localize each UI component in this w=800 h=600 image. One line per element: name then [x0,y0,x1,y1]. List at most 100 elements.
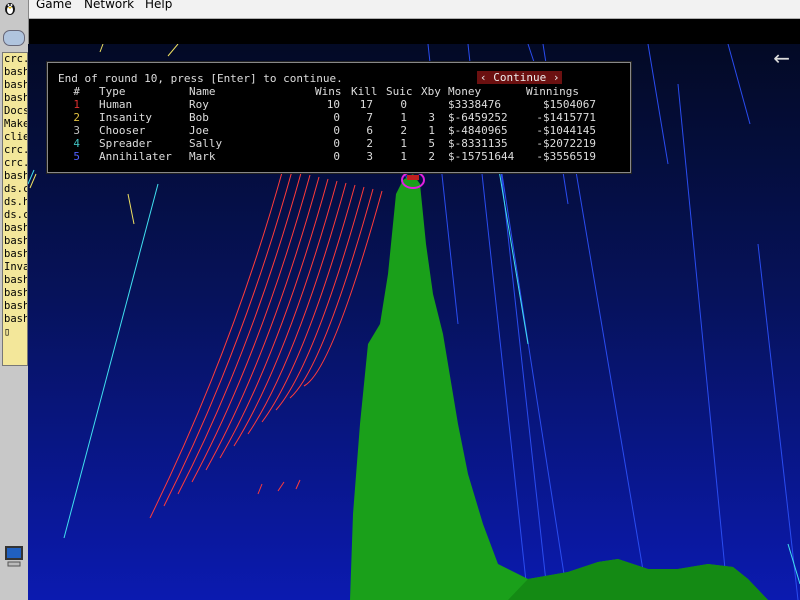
score-wins-cell: 0 [333,124,340,137]
shell-trail [497,143,549,600]
header-money: Money [448,85,482,98]
score-num-cell: 1 [73,98,80,111]
shell-trail [647,44,669,165]
score-wins-cell: 10 [326,98,340,111]
score-num-cell: 2 [73,111,80,124]
task-item[interactable]: ▯ [3,326,27,339]
score-num-cell: 5 [73,150,80,163]
header-xby: Xby [421,85,441,98]
shell-trail-cyan [63,183,159,539]
task-item[interactable]: bash [3,222,27,235]
computer-icon[interactable] [3,542,25,572]
score-name-cell: Roy [189,98,209,111]
taskbar: crc. bash bash bash Docs Make clie crc. crc. bash… [0,0,29,600]
task-button-top[interactable] [3,30,25,46]
task-item[interactable]: ds.c [3,209,27,222]
menu-bar: Game Network Help [28,0,800,19]
task-item[interactable]: bash [3,170,27,183]
task-item[interactable]: bash [3,235,27,248]
score-suic-cell: 1 [400,111,407,124]
score-kill-cell: 6 [366,124,373,137]
task-item[interactable]: bash [3,313,27,326]
task-item[interactable]: Inva [3,261,27,274]
header-suic: Suic [386,85,413,98]
header-num: # [73,85,80,98]
score-xby-cell: 5 [428,137,435,150]
task-item[interactable]: bash [3,79,27,92]
header-name: Name [189,85,216,98]
score-winnings-cell: $1504067 [543,98,596,111]
task-list: crc. bash bash bash Docs Make clie crc. crc. bash… [2,52,28,366]
task-item[interactable]: bash [3,92,27,105]
score-type-cell: Spreader [99,137,152,150]
score-kill-cell: 2 [366,137,373,150]
task-item[interactable]: bash [3,300,27,313]
score-winnings-cell: -$3556519 [536,150,596,163]
score-xby-cell: 3 [428,111,435,124]
menu-game[interactable]: Game [36,0,72,11]
header-kill: Kill [351,85,378,98]
score-kill-cell: 17 [359,98,373,111]
score-wins-cell: 0 [333,150,340,163]
shell-trail [757,243,799,600]
header-wins: Wins [315,85,342,98]
score-name-cell: Joe [189,124,209,137]
score-winnings-cell: -$2072219 [536,137,596,150]
score-money-cell: $-6459252 [448,111,508,124]
task-item[interactable]: Docs [3,105,27,118]
task-item[interactable]: crc. [3,157,27,170]
shell-trail [727,44,751,125]
score-name-cell: Bob [189,111,209,124]
score-kill-cell: 7 [366,111,373,124]
score-money-cell: $-15751644 [448,150,515,163]
score-kill-cell: 3 [366,150,373,163]
task-item[interactable]: Make [3,118,27,131]
task-item[interactable]: bash [3,66,27,79]
task-item[interactable]: ds.c [3,183,27,196]
shell-trail-yellow [127,193,135,225]
score-suic-cell: 1 [400,137,407,150]
score-name-cell: Mark [189,150,216,163]
header-type: Type [99,85,126,98]
task-item[interactable]: clie [3,131,27,144]
task-item[interactable]: crc. [3,53,27,66]
continue-button[interactable]: ‹ Continue › [477,71,563,84]
menu-help[interactable]: Help [145,0,172,11]
score-type-cell: Insanity [99,111,152,124]
task-item[interactable]: ds.h [3,196,27,209]
score-type-cell: Chooser [99,124,146,137]
shell-fragment [277,481,285,492]
round-scoreboard: End of round 10, press [Enter] to contin… [47,62,631,173]
score-winnings-cell: -$1415771 [536,111,596,124]
task-item[interactable]: bash [3,248,27,261]
shell-fragment [295,479,301,490]
shell-trail [567,123,649,600]
terrain [350,174,768,600]
left-arrow-icon[interactable]: ← [773,48,790,68]
status-bar [28,19,800,44]
shell-trail [677,83,729,600]
terrain-shade [508,559,768,600]
shell-fragment [257,483,263,495]
score-suic-cell: 1 [400,150,407,163]
score-num-cell: 4 [73,137,80,150]
menu-network[interactable]: Network [84,0,134,11]
round-message: End of round 10, press [Enter] to contin… [58,72,343,85]
shell-arc [149,168,284,519]
task-item[interactable]: bash [3,287,27,300]
task-item[interactable]: crc. [3,144,27,157]
score-xby-cell: 1 [428,124,435,137]
task-item[interactable]: bash [3,274,27,287]
score-winnings-cell: -$1044145 [536,124,596,137]
score-money-cell: $3338476 [448,98,501,111]
score-suic-cell: 0 [400,98,407,111]
shell-trail-yellow [167,44,179,57]
score-wins-cell: 0 [333,137,340,150]
score-type-cell: Human [99,98,133,111]
tank [407,175,419,180]
score-type-cell: Annihilater [99,150,172,163]
score-money-cell: $-4840965 [448,124,508,137]
tux-icon[interactable] [3,0,17,20]
shell-trail-cyan [787,543,800,585]
score-xby-cell: 2 [428,150,435,163]
